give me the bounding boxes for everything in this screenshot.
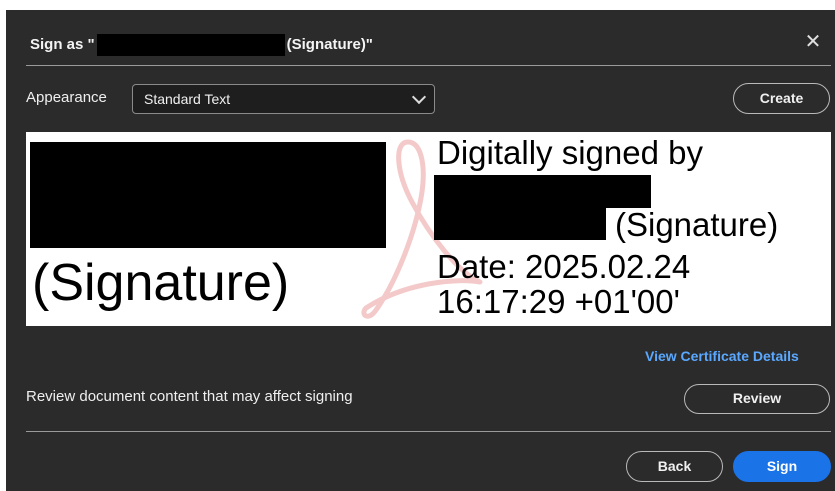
signature-name-text: (Signature) <box>32 254 290 312</box>
redacted-signer-line1 <box>434 175 651 208</box>
title-prefix: Sign as " <box>30 35 95 53</box>
signature-preview: (Signature) Digitally signed by (Signatu… <box>26 132 831 326</box>
appearance-select[interactable]: Standard Text <box>132 84 435 114</box>
time-line-text: 16:17:29 +01'00' <box>437 283 680 320</box>
redacted-signature-name <box>30 142 386 248</box>
create-button[interactable]: Create <box>733 83 830 114</box>
review-description: Review document content that may affect … <box>26 388 353 405</box>
redacted-signer-line2 <box>434 208 606 240</box>
date-line-text: Date: 2025.02.24 <box>437 248 691 285</box>
review-button[interactable]: Review <box>684 384 830 414</box>
back-button[interactable]: Back <box>626 451 723 482</box>
dialog-title: Sign as " (Signature)" <box>30 34 373 56</box>
view-certificate-details-link[interactable]: View Certificate Details <box>645 348 799 364</box>
title-suffix: (Signature)" <box>286 35 373 53</box>
appearance-label: Appearance <box>26 89 107 106</box>
signature-suffix-text: (Signature) <box>615 206 779 243</box>
bottom-divider <box>26 431 831 432</box>
chevron-down-icon <box>411 89 427 105</box>
sign-dialog: Sign as " (Signature)" ✕ Appearance Stand… <box>6 10 835 491</box>
digitally-signed-by-text: Digitally signed by <box>437 134 703 171</box>
redacted-name <box>96 34 285 56</box>
appearance-selected-value: Standard Text <box>144 91 231 107</box>
close-icon[interactable]: ✕ <box>801 30 825 54</box>
sign-button[interactable]: Sign <box>733 451 831 482</box>
top-divider <box>26 65 831 66</box>
